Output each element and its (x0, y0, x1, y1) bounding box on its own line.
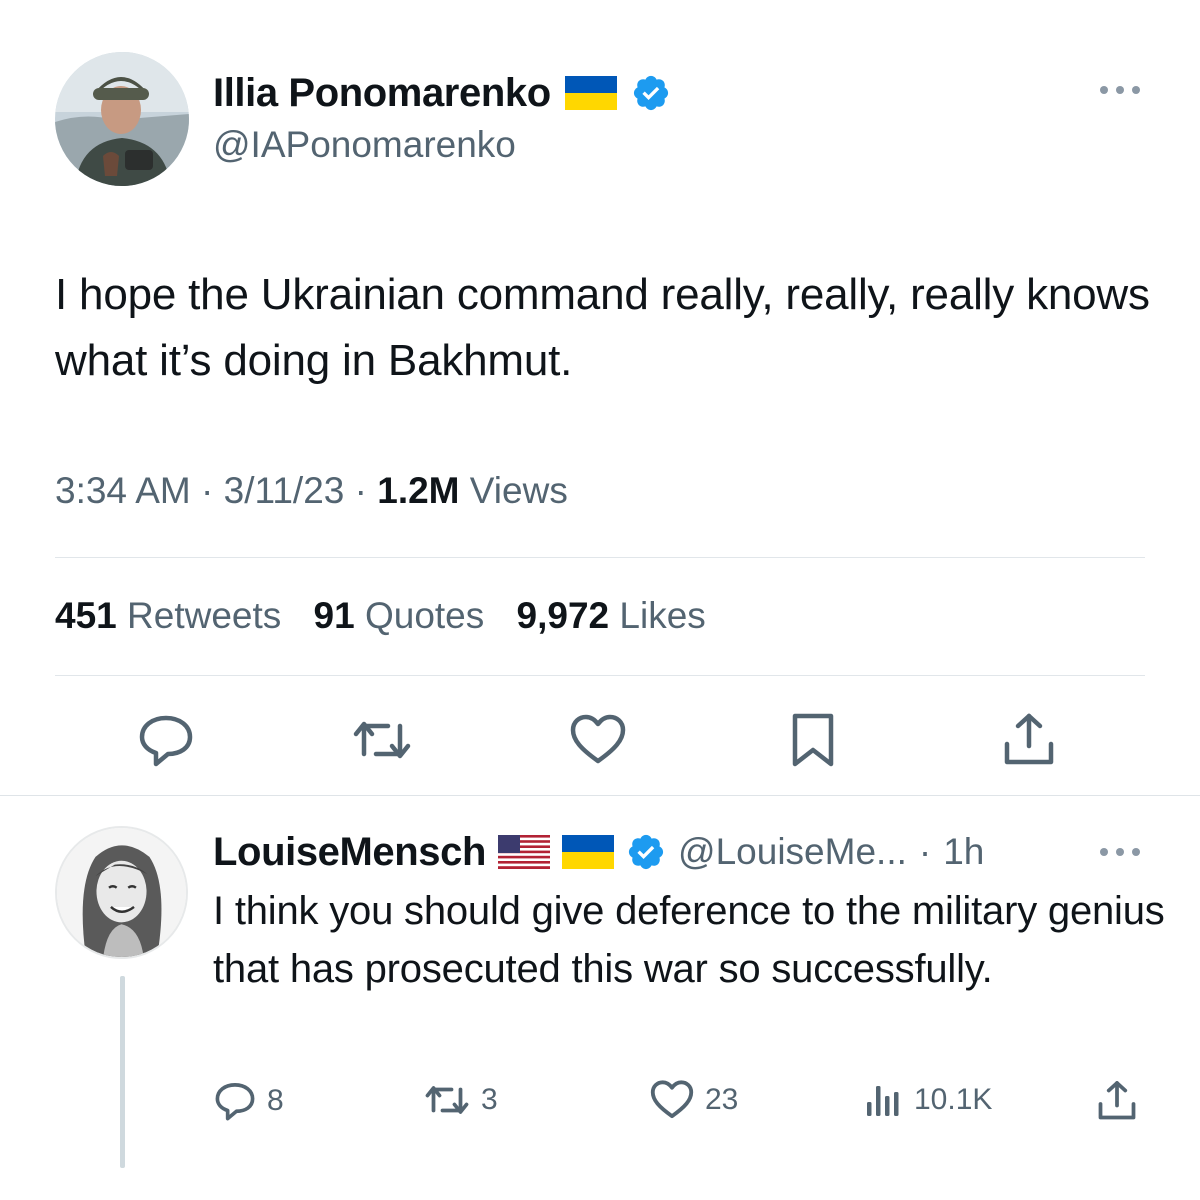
retweet-button[interactable] (350, 714, 414, 766)
divider (0, 795, 1200, 796)
more-icon[interactable] (1096, 80, 1144, 100)
ukraine-flag-icon (564, 76, 617, 110)
views-label: Views (469, 470, 568, 511)
reply-share-button[interactable] (1096, 1080, 1138, 1122)
quotes-label: Quotes (364, 595, 485, 636)
reply-header: LouiseMensch @LouiseMe... · 1h (213, 826, 984, 878)
meta-separator: · (354, 470, 367, 511)
tweet-time[interactable]: 3:34 AM (55, 470, 191, 511)
share-icon (1004, 713, 1054, 765)
views-icon (867, 1086, 899, 1116)
more-icon[interactable] (1096, 842, 1144, 862)
retweets-label: Retweets (127, 595, 282, 636)
tweet-date[interactable]: 3/11/23 (224, 470, 345, 511)
likes-count: 9,972 (516, 595, 610, 636)
like-button[interactable] (569, 714, 627, 766)
reply-button[interactable] (136, 712, 196, 768)
likes-stat[interactable]: 9,972 Likes (517, 595, 706, 636)
like-icon (650, 1080, 694, 1119)
retweet-icon (425, 1086, 469, 1114)
views-count: 1.2M (377, 470, 460, 511)
reply-text: I think you should give deference to the… (213, 889, 1165, 991)
reply-replies-count: 8 (267, 1084, 284, 1117)
reply-views-button[interactable]: 10.1K (864, 1080, 992, 1120)
share-button[interactable] (1002, 712, 1056, 768)
reply-author-name[interactable]: LouiseMensch (213, 830, 486, 875)
main-author-handle[interactable]: @IAPonomarenko (213, 124, 516, 166)
likes-label: Likes (619, 595, 706, 636)
reply-author-handle[interactable]: @LouiseMe... (678, 831, 907, 873)
reply-time[interactable]: 1h (943, 831, 984, 873)
share-icon (1098, 1081, 1136, 1120)
main-tweet-text: I hope the Ukrainian command really, rea… (55, 270, 1150, 385)
us-flag-icon (498, 835, 551, 869)
reply-retweets-count: 3 (481, 1083, 498, 1116)
main-author-name[interactable]: Illia Ponomarenko (213, 71, 551, 116)
verified-badge-icon[interactable] (626, 832, 666, 872)
thread-line (120, 976, 125, 1168)
bookmark-button[interactable] (789, 712, 837, 768)
ukraine-flag-icon (562, 835, 615, 869)
retweets-stat[interactable]: 451 Retweets (55, 595, 281, 636)
reply-retweet-button[interactable]: 3 (423, 1080, 498, 1120)
reply-like-button[interactable]: 23 (649, 1080, 738, 1120)
reply-reply-button[interactable]: 8 (213, 1080, 284, 1122)
divider (55, 557, 1145, 558)
main-author-name-row: Illia Ponomarenko (213, 68, 671, 118)
meta-separator: · (201, 470, 214, 511)
reply-icon (215, 1083, 255, 1121)
main-author-avatar[interactable] (55, 52, 189, 186)
like-icon (570, 714, 626, 764)
bookmark-icon (792, 713, 834, 767)
retweets-count: 451 (55, 595, 117, 636)
tweet-stats: 451 Retweets 91 Quotes 9,972 Likes (55, 595, 728, 637)
divider (55, 675, 1145, 676)
retweet-icon (353, 721, 411, 759)
quotes-count: 91 (313, 595, 355, 636)
quotes-stat[interactable]: 91 Quotes (314, 595, 485, 636)
reply-author-avatar[interactable] (55, 826, 188, 959)
reply-views-count: 10.1K (914, 1083, 993, 1116)
verified-badge-icon[interactable] (631, 73, 671, 113)
reply-icon (139, 715, 193, 767)
main-tweet-meta: 3:34 AM · 3/11/23 · 1.2M Views (55, 470, 568, 512)
reply-likes-count: 23 (705, 1083, 739, 1116)
meta-separator: · (918, 831, 932, 872)
